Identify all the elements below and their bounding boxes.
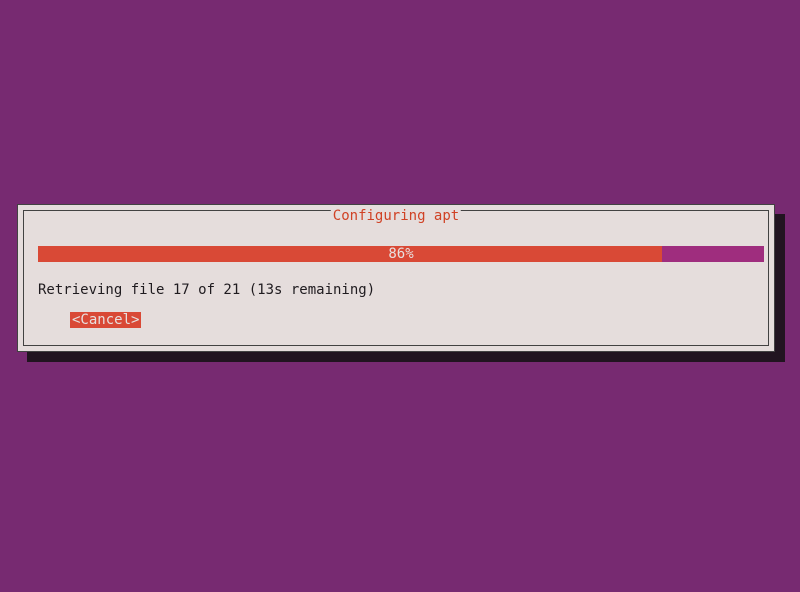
dialog-border: Configuring apt 86% Retrieving file 17 o… <box>23 210 769 346</box>
status-text: Retrieving file 17 of 21 (13s remaining) <box>38 281 375 299</box>
dialog-title: Configuring apt <box>331 208 461 224</box>
configuring-apt-dialog: Configuring apt 86% Retrieving file 17 o… <box>17 204 775 352</box>
progress-bar: 86% <box>38 246 764 262</box>
cancel-button[interactable]: <Cancel> <box>70 312 141 328</box>
progress-percent: 86% <box>38 246 764 262</box>
